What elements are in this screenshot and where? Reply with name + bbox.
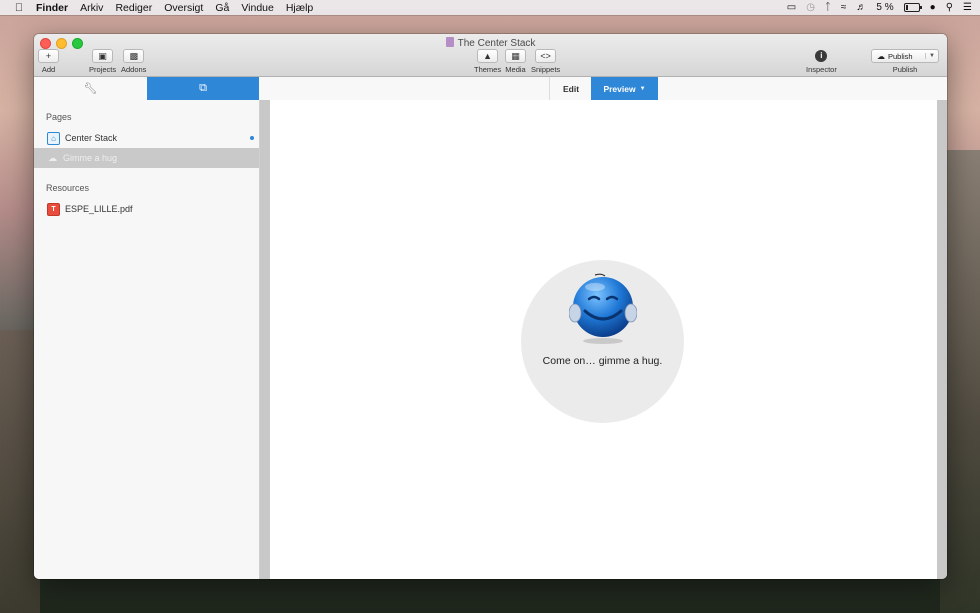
airplay-icon[interactable]: ▭	[787, 2, 796, 13]
cloud-icon: ☁	[48, 152, 57, 163]
addons-button[interactable]: ▩ Addons	[121, 49, 146, 74]
publish-label: Publish	[892, 65, 918, 74]
pages-icon: ⧉	[199, 82, 207, 94]
hug-caption: Come on… gimme a hug.	[542, 355, 663, 367]
add-label: Add	[41, 65, 56, 74]
spotlight-search-icon[interactable]: ⚲	[946, 2, 953, 13]
menu-bar:  Finder Arkiv Rediger Oversigt Gå Vindu…	[0, 0, 980, 15]
home-icon: ⌂	[47, 131, 60, 145]
snippets-button[interactable]: <> Snippets	[531, 49, 560, 74]
wifi-icon[interactable]: ≈	[841, 2, 847, 13]
media-button[interactable]: ▦ Media	[505, 49, 526, 74]
image-icon: ▦	[505, 49, 526, 63]
themes-button[interactable]: ▲ Themes	[474, 49, 501, 74]
pdf-icon: T	[47, 202, 60, 216]
tab-tools[interactable]: 🔧︎	[34, 77, 148, 100]
projects-button[interactable]: ▣ Projects	[89, 49, 116, 74]
menu-hjaelp[interactable]: Hjælp	[286, 2, 313, 14]
bluetooth-icon[interactable]: ᛏ	[825, 2, 831, 13]
hugging-smiley-icon	[569, 273, 637, 344]
inspector-button[interactable]: i Inspector	[806, 49, 837, 74]
sidebar-item-label: ESPE_LILLE.pdf	[65, 204, 133, 214]
preview-left-border	[260, 100, 270, 579]
snippets-label: Snippets	[531, 65, 561, 74]
sidebar-item-center-stack[interactable]: ⌂ Center Stack	[34, 128, 259, 148]
menu-app-name[interactable]: Finder	[36, 2, 68, 14]
add-button[interactable]: + Add	[38, 49, 59, 74]
hug-card: Come on… gimme a hug.	[521, 260, 684, 423]
time-machine-icon[interactable]: ◷	[806, 2, 815, 13]
sidebar: Pages ⌂ Center Stack ☁ Gimme a hug Resou…	[34, 100, 260, 579]
mode-bar: 🔧︎ ⧉ Edit Preview ▼	[34, 77, 947, 101]
publish-control: ☁ Publish ▼ Publish	[871, 49, 939, 74]
pages-heading: Pages	[46, 112, 72, 122]
sidebar-item-label: Gimme a hug	[63, 153, 118, 163]
publish-cloud-icon: ☁	[877, 51, 885, 61]
apple-menu-icon[interactable]: 	[12, 2, 26, 14]
publish-dropdown-icon[interactable]: ▼	[925, 53, 938, 59]
unpublished-indicator	[250, 136, 254, 140]
menu-arkiv[interactable]: Arkiv	[80, 2, 103, 14]
sidebar-item-espe-lille-pdf[interactable]: T ESPE_LILLE.pdf	[34, 199, 259, 219]
battery-percent[interactable]: 5 %	[876, 2, 893, 13]
document-icon	[445, 37, 454, 47]
code-icon: <>	[535, 49, 557, 63]
title-bar: The Center Stack + Add ▣ Projects ▩ Addo…	[34, 34, 947, 77]
preview-right-border	[937, 100, 947, 579]
info-icon: i	[814, 49, 828, 63]
tab-pages[interactable]: ⧉	[147, 77, 259, 100]
volume-icon[interactable]: ♬	[856, 2, 866, 13]
plus-icon: +	[38, 49, 59, 63]
menu-ga[interactable]: Gå	[215, 2, 229, 14]
resources-heading: Resources	[46, 183, 90, 193]
app-window: The Center Stack + Add ▣ Projects ▩ Addo…	[34, 34, 947, 579]
themes-label: Themes	[474, 65, 502, 74]
edit-tab[interactable]: Edit	[549, 77, 592, 100]
window-title-text: The Center Stack	[457, 38, 536, 49]
projects-icon: ▣	[92, 49, 114, 63]
themes-icon: ▲	[477, 49, 499, 63]
publish-button-label: Publish	[888, 51, 913, 61]
media-label: Media	[505, 65, 526, 74]
battery-icon[interactable]	[903, 3, 922, 12]
preview-label: Preview	[603, 83, 636, 94]
puzzle-icon: ▩	[123, 49, 145, 63]
publish-button[interactable]: ☁ Publish ▼	[871, 49, 939, 63]
menu-vindue[interactable]: Vindue	[241, 2, 274, 14]
sidebar-item-gimme-a-hug[interactable]: ☁ Gimme a hug	[34, 148, 259, 168]
inspector-label: Inspector	[806, 65, 837, 74]
menu-rediger[interactable]: Rediger	[115, 2, 152, 14]
status-area: ▭ ◷ ᛏ ≈ ♬ 5 % ● ⚲ ☰	[787, 0, 972, 15]
user-icon[interactable]: ●	[930, 2, 936, 13]
window-title: The Center Stack	[34, 37, 947, 49]
preview-tab[interactable]: Preview ▼	[591, 77, 658, 100]
notification-center-icon[interactable]: ☰	[963, 2, 972, 13]
addons-label: Addons	[121, 65, 147, 74]
chevron-down-icon: ▼	[639, 85, 646, 92]
menu-oversigt[interactable]: Oversigt	[164, 2, 203, 14]
sidebar-item-label: Center Stack	[65, 133, 118, 143]
preview-canvas: Come on… gimme a hug.	[270, 100, 937, 579]
wrench-icon: 🔧︎	[83, 83, 98, 95]
projects-label: Projects	[89, 65, 117, 74]
